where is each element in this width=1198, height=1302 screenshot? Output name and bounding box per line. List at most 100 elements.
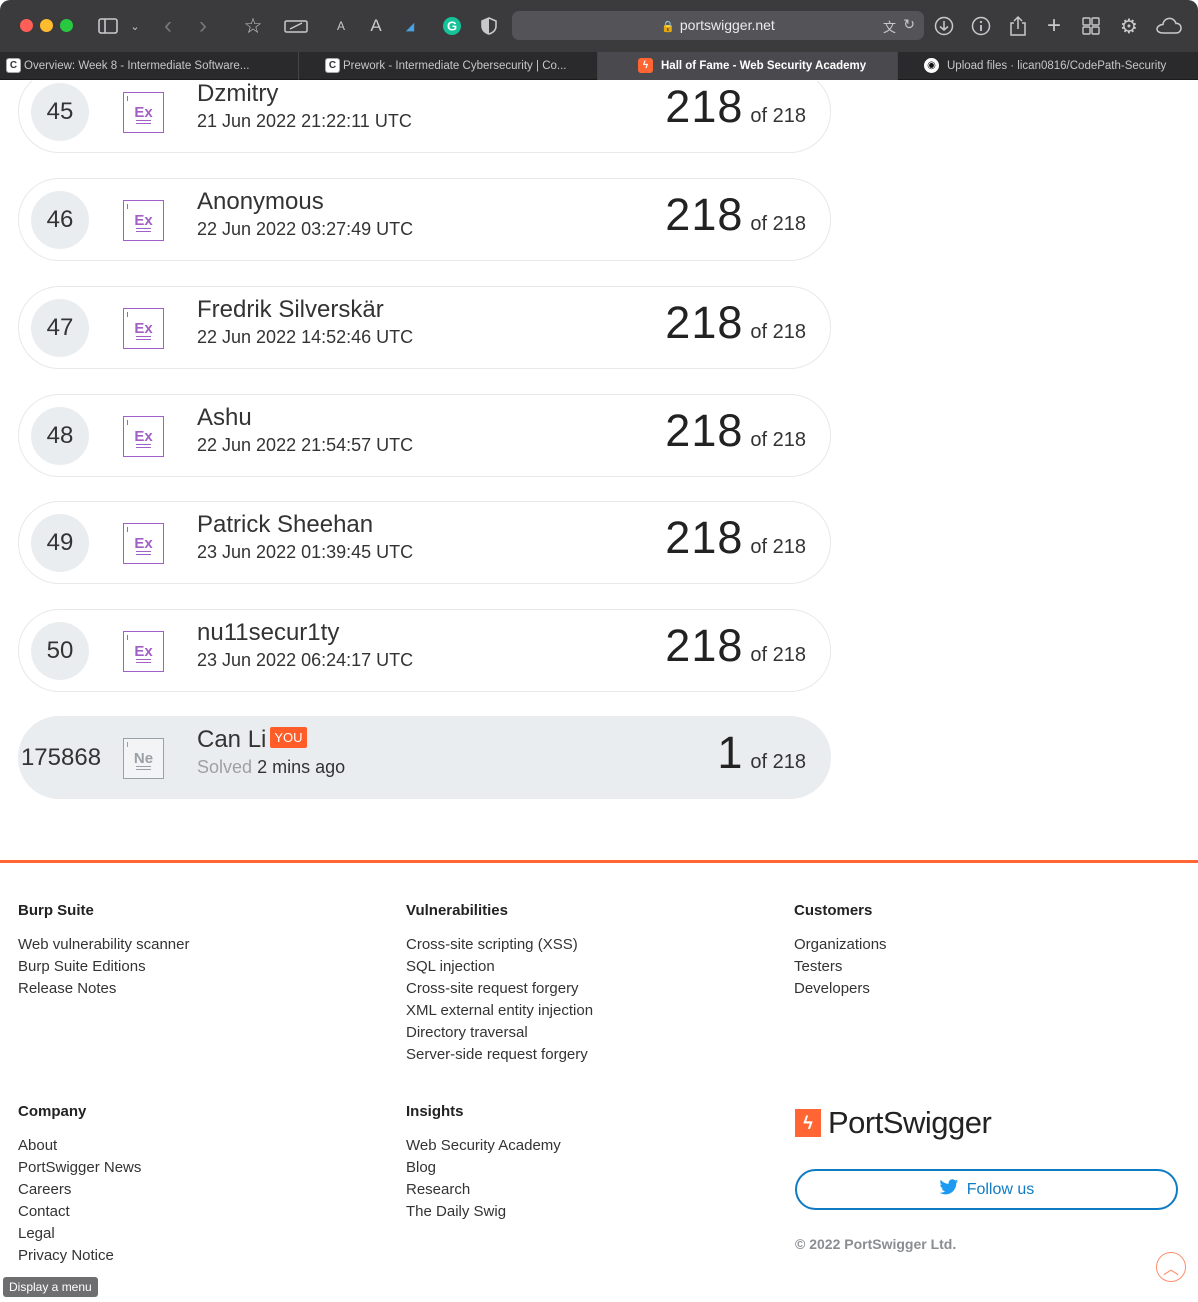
leaderboard-row: 48 Ex Ashu 22 Jun 2022 21:54:57 UTC 218 o… [18,394,831,477]
gear-icon[interactable]: ⚙ [1118,12,1140,40]
completion-time: 22 Jun 2022 14:52:46 UTC [197,327,414,347]
rank-number: 47 [31,299,89,357]
chevron-down-icon[interactable]: ⌄ [127,12,143,40]
text-larger-icon[interactable]: A [366,12,386,40]
solved-label: Solved [197,757,253,777]
score-value: 1 [717,727,744,778]
canvas-favicon-icon: C [325,58,340,73]
shield-icon[interactable] [478,12,500,40]
footer-link[interactable]: Organizations [794,934,887,956]
leaderboard-row: 50 Ex nu11secur1ty 23 Jun 2022 06:24:17 … [18,609,831,692]
github-favicon-icon: ◉ [924,58,939,73]
back-icon[interactable]: ‹ [158,12,178,40]
translate-icon[interactable]: ⽂ [883,17,896,36]
score-value: 218 [665,405,744,456]
score: 218 of 218 [665,620,806,672]
tab-prework[interactable]: C Prework - Intermediate Cybersecurity |… [319,52,598,80]
footer-link[interactable]: Testers [794,956,887,978]
current-user-row: 175868 Ne Can Li YOU Solved 2 mins ago 1o… [18,716,831,799]
score-total: of 218 [750,213,806,235]
footer-link[interactable]: Privacy Notice [18,1245,141,1267]
footer-link[interactable]: Cross-site scripting (XSS) [406,934,593,956]
readinglist-icon[interactable] [282,12,310,40]
footer-col-customers: Customers Organizations Testers Develope… [794,902,887,1000]
footer-link[interactable]: Release Notes [18,978,189,1000]
portswigger-favicon-icon: ϟ [638,58,653,73]
footer-link[interactable]: Server-side request forgery [406,1044,593,1066]
sidebar-icon[interactable] [96,12,120,40]
user-name: Patrick Sheehan [197,511,374,538]
leaderboard-row: 46 Ex Anonymous 22 Jun 2022 03:27:49 UTC… [18,178,831,261]
user-name: Can Li YOU [197,726,307,754]
minimize-window-button[interactable] [40,19,53,32]
browser-toolbar: ⌄ ‹ › ☆ A A ◢ G 🔒 portswigger.net ⽂ ↻ + ⚙ [0,0,1198,52]
footer-link[interactable]: Careers [18,1179,141,1201]
footer-link[interactable]: Directory traversal [406,1022,593,1044]
footer-col-vulnerabilities: Vulnerabilities Cross-site scripting (XS… [406,902,593,1066]
lock-icon: 🔒 [661,21,675,33]
rank-number: 175868 [20,744,102,771]
user-name: Anonymous [197,188,324,215]
footer-link[interactable]: Research [406,1179,561,1201]
close-window-button[interactable] [20,19,33,32]
info-icon[interactable] [970,12,992,40]
portswigger-logo[interactable]: ϟ PortSwigger [795,1105,992,1141]
footer-heading: Customers [794,902,873,919]
score-value: 218 [665,189,744,240]
forward-icon[interactable]: › [193,12,213,40]
you-badge: YOU [270,727,307,748]
score-value: 218 [665,512,744,563]
share-icon[interactable] [1007,12,1029,40]
extension-bird-icon[interactable]: ◢ [400,12,420,40]
tab-overview-week8[interactable]: C Overview: Week 8 - Intermediate Softwa… [0,52,299,80]
logo-text: PortSwigger [828,1105,992,1140]
text-smaller-icon[interactable]: A [333,12,349,40]
footer-link[interactable]: The Daily Swig [406,1201,561,1223]
footer-link[interactable]: SQL injection [406,956,593,978]
tab-title: Overview: Week 8 - Intermediate Software… [24,60,250,72]
follow-us-button[interactable]: Follow us [795,1169,1178,1210]
solved-time: Solved 2 mins ago [197,757,345,778]
grammarly-icon[interactable]: G [441,12,463,40]
footer-heading: Vulnerabilities [406,902,508,919]
chevron-up-icon: ︿ [1162,1261,1179,1278]
cloud-icon[interactable] [1155,12,1183,40]
page-content: 45 Ex Dzmitry 21 Jun 2022 21:22:11 UTC 2… [0,81,1198,1302]
svg-text:G: G [447,19,457,34]
completion-time: 22 Jun 2022 21:54:57 UTC [197,435,414,455]
portswigger-logo-icon: ϟ [795,1109,821,1137]
footer-link[interactable]: Blog [406,1157,561,1179]
footer-link[interactable]: XML external entity injection [406,1000,593,1022]
star-icon[interactable]: ☆ [241,12,265,40]
expert-badge-icon: Ex [123,200,164,241]
tab-upload-files[interactable]: ◉ Upload files · lican0816/CodePath-Secu… [918,52,1198,80]
footer-col-company: Company About PortSwigger News Careers C… [18,1103,141,1267]
footer-link[interactable]: Web Security Academy [406,1135,561,1157]
completion-time: 23 Jun 2022 06:24:17 UTC [197,650,414,670]
tab-overview-icon[interactable] [1080,12,1102,40]
address-bar[interactable]: 🔒 portswigger.net ⽂ ↻ [512,11,924,40]
footer-link[interactable]: PortSwigger News [18,1157,141,1179]
reload-icon[interactable]: ↻ [903,16,915,33]
footer-link[interactable]: Burp Suite Editions [18,956,189,978]
tab-hall-of-fame[interactable]: ϟ Hall of Fame - Web Security Academy [598,52,898,80]
footer-link[interactable]: Developers [794,978,887,1000]
expert-badge-icon: Ex [123,523,164,564]
footer-link[interactable]: Contact [18,1201,141,1223]
scroll-to-top-button[interactable]: ︿ [1156,1252,1186,1282]
solved-time-value: 2 mins ago [257,757,346,777]
footer-link[interactable]: Cross-site request forgery [406,978,593,1000]
downloads-icon[interactable] [933,12,955,40]
footer-link[interactable]: About [18,1135,141,1157]
rank-number: 49 [31,514,89,572]
footer-divider [0,860,1198,863]
footer-link[interactable]: Legal [18,1223,141,1245]
follow-us-label: Follow us [966,1180,1035,1198]
new-tab-icon[interactable]: + [1043,12,1065,40]
user-name: Ashu [197,404,252,431]
footer-link[interactable]: Web vulnerability scanner [18,934,189,956]
completion-time: 23 Jun 2022 01:39:45 UTC [197,542,414,562]
tab-bar: C Overview: Week 8 - Intermediate Softwa… [0,52,1198,80]
zoom-window-button[interactable] [60,19,73,32]
canvas-favicon-icon: C [6,58,21,73]
